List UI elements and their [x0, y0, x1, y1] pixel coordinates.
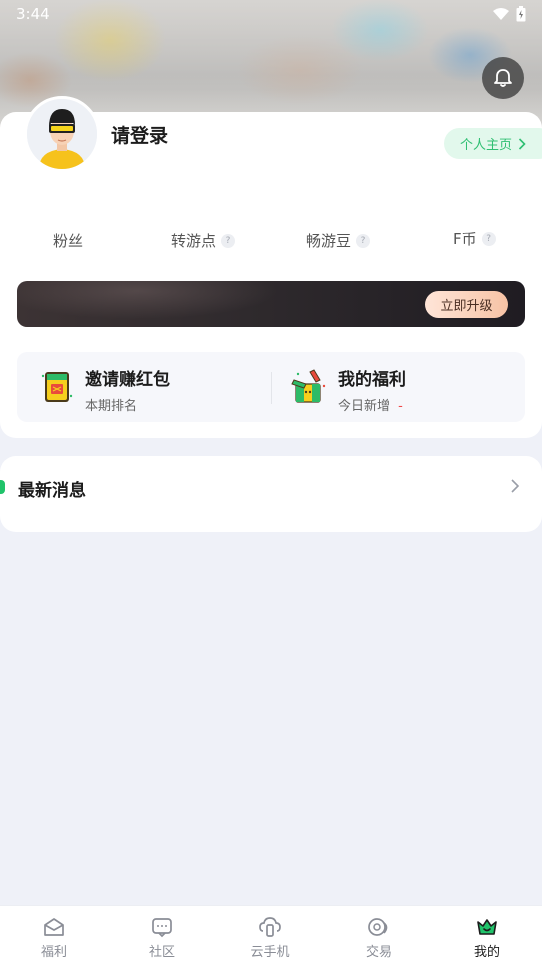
stat-f-coin[interactable]: F币 ? — [453, 228, 496, 249]
profile-stats: 粉丝 转游点 ? 畅游豆 ? F币 ? — [0, 230, 542, 254]
notification-bell-button[interactable] — [482, 57, 524, 99]
stat-changyou-beans[interactable]: 畅游豆 ? — [306, 230, 371, 251]
benefit-subtitle: 本期排名 — [85, 399, 138, 414]
login-prompt[interactable]: 请登录 — [111, 121, 168, 148]
chevron-right-icon — [511, 479, 520, 493]
benefit-subtitle: 今日新增 — [338, 399, 391, 414]
status-icons — [492, 6, 526, 22]
avatar[interactable] — [24, 96, 100, 172]
tab-label: 福利 — [40, 945, 67, 960]
community-chat-icon — [152, 918, 172, 938]
gift-box-icon — [291, 369, 326, 403]
benefit-title: 邀请赚红包 — [85, 370, 170, 390]
cloud-phone-icon — [259, 917, 281, 937]
tab-label: 社区 — [148, 945, 175, 960]
vip-banner[interactable]: 立即升级 — [17, 281, 525, 327]
tab-cloud-phone[interactable]: 云手机 — [216, 906, 324, 962]
benefit-subtitle-row: 今日新增 - — [338, 395, 403, 414]
my-benefits-entry[interactable]: 我的福利 今日新增 - — [272, 352, 525, 422]
benefit-value: - — [398, 399, 403, 414]
section-indicator — [0, 480, 5, 494]
red-packet-icon — [41, 372, 73, 402]
help-icon[interactable]: ? — [221, 233, 236, 248]
stat-fans[interactable]: 粉丝 — [53, 230, 83, 251]
benefit-title: 我的福利 — [338, 370, 406, 390]
benefits-panel: 邀请赚红包 本期排名 我的福利 今日新增 - — [17, 352, 525, 422]
default-avatar-icon — [27, 99, 97, 169]
help-icon[interactable]: ? — [481, 231, 496, 246]
trade-icon — [368, 918, 388, 936]
wifi-icon — [493, 8, 509, 20]
bell-icon — [494, 69, 512, 87]
personal-homepage-label: 个人主页 — [460, 138, 513, 153]
tab-benefits[interactable]: 福利 — [0, 906, 108, 962]
chevron-right-icon — [518, 137, 526, 150]
latest-news-card[interactable]: 最新消息 — [0, 456, 542, 532]
bottom-tab-bar: 福利 社区 云手机 交易 我的 — [0, 905, 542, 962]
stat-zhuanyou-points[interactable]: 转游点 ? — [171, 230, 236, 251]
tab-label: 云手机 — [250, 945, 290, 960]
tab-label: 我的 — [473, 945, 500, 960]
my-profile-screen: 3:44 请登录 个人主页 粉丝 转游点 ? 畅游豆 ? F币 ? 立即升级 邀… — [0, 0, 542, 962]
stat-label: 粉丝 — [53, 232, 84, 250]
help-icon[interactable]: ? — [356, 233, 371, 248]
tab-trade[interactable]: 交易 — [325, 906, 433, 962]
stat-label: 转游点 — [171, 232, 217, 250]
tab-community[interactable]: 社区 — [108, 906, 216, 962]
tab-label: 交易 — [365, 945, 392, 960]
crown-icon — [477, 919, 497, 935]
personal-homepage-button[interactable]: 个人主页 — [444, 128, 542, 159]
upgrade-now-button[interactable]: 立即升级 — [425, 291, 508, 318]
status-time: 3:44 — [16, 5, 50, 23]
latest-news-title: 最新消息 — [18, 481, 86, 501]
stat-label: 畅游豆 — [306, 232, 352, 250]
battery-icon — [516, 6, 526, 22]
tab-mine[interactable]: 我的 — [433, 906, 541, 962]
stat-label: F币 — [453, 230, 477, 248]
envelope-icon — [44, 918, 64, 936]
status-bar: 3:44 — [0, 0, 542, 28]
invite-red-packet-entry[interactable]: 邀请赚红包 本期排名 — [17, 352, 271, 422]
